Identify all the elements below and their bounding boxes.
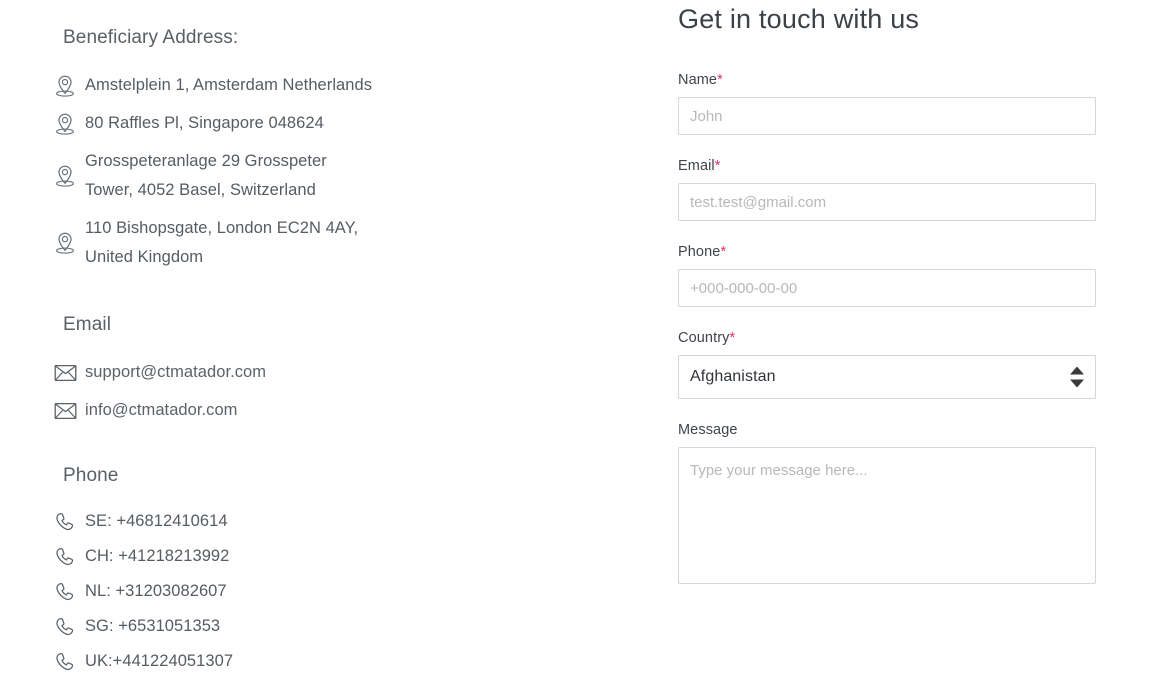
country-select[interactable]: Afghanistan <box>678 355 1096 399</box>
name-field-group: Name* <box>678 72 1096 135</box>
address-text: Amstelplein 1, Amsterdam Netherlands <box>85 76 373 94</box>
required-marker: * <box>714 158 721 174</box>
phone-input[interactable] <box>678 269 1096 307</box>
address-text: Grosspeteranlage 29 Grosspeter Tower, 40… <box>85 152 327 199</box>
email-input[interactable] <box>678 183 1096 221</box>
phone-label-text: Phone <box>678 244 721 260</box>
address-list: Amstelplein 1, Amsterdam Netherlands 80 … <box>52 71 640 272</box>
map-pin-icon <box>52 163 78 189</box>
phone-number-text[interactable]: CH: +41218213992 <box>85 542 229 571</box>
envelope-icon <box>52 398 78 424</box>
list-item: Amstelplein 1, Amsterdam Netherlands <box>52 71 640 100</box>
phone-section-heading: Phone <box>63 465 119 486</box>
list-item: 110 Bishopsgate, London EC2N 4AY, United… <box>52 214 640 272</box>
message-label-text: Message <box>678 422 738 438</box>
envelope-icon <box>52 360 78 386</box>
country-label: Country* <box>678 330 1096 346</box>
email-address-text[interactable]: support@ctmatador.com <box>85 358 266 387</box>
phone-number-text[interactable]: UK:+441224051307 <box>85 647 233 676</box>
email-section-heading: Email <box>63 314 112 335</box>
list-item[interactable]: UK:+441224051307 <box>52 647 640 676</box>
list-item[interactable]: NL: +31203082607 <box>52 577 640 606</box>
map-pin-icon <box>52 230 78 256</box>
email-field-group: Email* <box>678 158 1096 221</box>
contact-page: Beneficiary Address: Amstelplein 1, Amst… <box>0 0 1161 699</box>
chevron-up-icon[interactable] <box>1070 366 1084 375</box>
address-text: 80 Raffles Pl, Singapore 048624 <box>85 114 324 132</box>
message-field-group: Message <box>678 422 1096 584</box>
name-label-text: Name <box>678 72 718 88</box>
country-selected-value: Afghanistan <box>690 368 776 385</box>
email-label: Email* <box>678 158 1096 174</box>
country-label-text: Country <box>678 330 730 346</box>
email-list: support@ctmatador.com info@ctmatador.com <box>52 358 640 425</box>
map-pin-icon <box>52 73 78 99</box>
phone-number-text[interactable]: NL: +31203082607 <box>85 577 227 606</box>
map-pin-icon <box>52 111 78 137</box>
list-item[interactable]: info@ctmatador.com <box>52 396 640 425</box>
email-label-text: Email <box>678 158 715 174</box>
spinner-arrows[interactable] <box>1070 366 1084 388</box>
name-input[interactable] <box>678 97 1096 135</box>
message-textarea[interactable] <box>678 447 1096 584</box>
phone-field-group: Phone* <box>678 244 1096 307</box>
required-marker: * <box>717 72 723 88</box>
name-label: Name* <box>678 72 1096 88</box>
phone-handset-icon <box>52 649 78 675</box>
address-text: 110 Bishopsgate, London EC2N 4AY, United… <box>85 219 359 266</box>
phone-number-text[interactable]: SG: +6531051353 <box>85 612 220 641</box>
list-item[interactable]: CH: +41218213992 <box>52 542 640 571</box>
phone-list: SE: +46812410614 CH: +41218213992 NL: +3… <box>52 507 640 676</box>
list-item: 80 Raffles Pl, Singapore 048624 <box>52 109 640 138</box>
page-title: Get in touch with us <box>678 4 920 34</box>
message-label: Message <box>678 422 1096 438</box>
list-item[interactable]: support@ctmatador.com <box>52 358 640 387</box>
required-marker: * <box>729 330 736 346</box>
list-item[interactable]: SG: +6531051353 <box>52 612 640 641</box>
phone-handset-icon <box>52 509 78 535</box>
contact-form-column: Get in touch with us Name* Email* Phone*… <box>678 0 1096 584</box>
list-item: Grosspeteranlage 29 Grosspeter Tower, 40… <box>52 147 640 205</box>
phone-handset-icon <box>52 544 78 570</box>
phone-label: Phone* <box>678 244 1096 260</box>
phone-number-text[interactable]: SE: +46812410614 <box>85 507 228 536</box>
email-address-text[interactable]: info@ctmatador.com <box>85 396 237 425</box>
phone-handset-icon <box>52 614 78 640</box>
beneficiary-address-heading: Beneficiary Address: <box>63 27 239 48</box>
chevron-down-icon[interactable] <box>1070 379 1084 388</box>
contact-info-column: Beneficiary Address: Amstelplein 1, Amst… <box>0 0 640 699</box>
required-marker: * <box>720 244 727 260</box>
list-item[interactable]: SE: +46812410614 <box>52 507 640 536</box>
country-field-group: Country* Afghanistan <box>678 330 1096 399</box>
phone-handset-icon <box>52 579 78 605</box>
